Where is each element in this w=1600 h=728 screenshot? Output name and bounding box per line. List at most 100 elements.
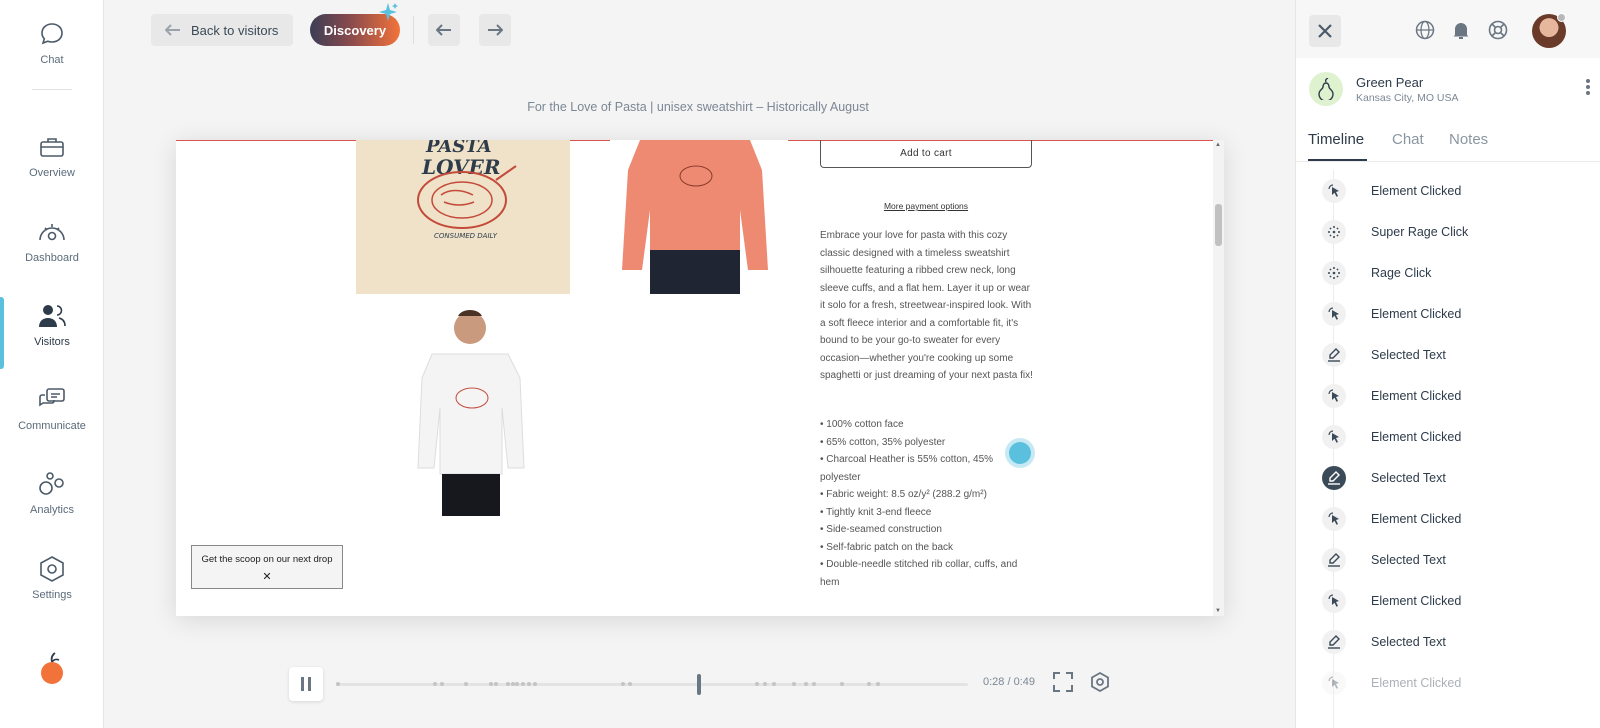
timeline-event[interactable]: Selected Text <box>1296 334 1600 376</box>
tab-notes[interactable]: Notes <box>1449 131 1488 148</box>
nav-label: Overview <box>29 167 75 179</box>
help-lifebuoy-icon[interactable] <box>1488 20 1508 40</box>
event-marker[interactable] <box>772 682 776 686</box>
nav-item-analytics[interactable]: Analytics <box>0 470 104 516</box>
timeline-event-label: Element Clicked <box>1371 389 1462 403</box>
event-marker[interactable] <box>464 682 468 686</box>
nav-label: Analytics <box>29 504 75 516</box>
event-marker[interactable] <box>876 682 880 686</box>
print-text-consumed: CONSUMED DAILY <box>434 232 498 240</box>
timeline-event[interactable]: Selected Text <box>1296 457 1600 499</box>
popup-text: Get the scoop on our next drop <box>201 554 333 565</box>
brand-logo <box>38 652 66 691</box>
timeline-event-label: Selected Text <box>1371 553 1446 567</box>
fullscreen-icon[interactable] <box>1053 672 1073 692</box>
event-marker[interactable] <box>506 682 510 686</box>
event-marker[interactable] <box>792 682 796 686</box>
event-marker[interactable] <box>336 682 340 686</box>
bell-icon[interactable] <box>1451 20 1471 40</box>
product-features-list: • 100% cotton face • 65% cotton, 35% pol… <box>820 416 1036 591</box>
cursor-click-icon <box>1322 179 1346 203</box>
active-tab-indicator <box>1308 159 1367 161</box>
event-marker[interactable] <box>840 682 844 686</box>
previous-button[interactable] <box>428 14 460 46</box>
event-marker[interactable] <box>494 682 498 686</box>
timeline-list: Element Clicked Super Rage Click Rage Clic… <box>1296 170 1600 728</box>
timeline-event[interactable]: Rage Click <box>1296 252 1600 294</box>
playback-scrubber[interactable] <box>697 674 701 695</box>
nav-item-communicate[interactable]: Communicate <box>0 386 104 432</box>
event-marker[interactable] <box>533 682 537 686</box>
timeline-event[interactable]: Element Clicked <box>1296 375 1600 417</box>
timeline-event[interactable]: Selected Text <box>1296 621 1600 663</box>
pause-button[interactable] <box>289 667 323 701</box>
globe-icon[interactable] <box>1415 20 1435 40</box>
timeline-event-label: Element Clicked <box>1371 594 1462 608</box>
nav-item-chat[interactable]: Chat <box>0 20 104 66</box>
event-marker[interactable] <box>804 682 808 686</box>
playback-timeline[interactable] <box>336 674 968 695</box>
cursor-click-icon <box>1322 384 1346 408</box>
add-to-cart-button[interactable]: Add to cart <box>820 140 1032 168</box>
sparkle-icon <box>379 3 398 21</box>
feature-item: • Side-seamed construction <box>820 524 942 535</box>
timeline-event[interactable]: Element Clicked <box>1296 293 1600 335</box>
popup-close-button[interactable]: ✕ <box>192 570 342 583</box>
event-marker[interactable] <box>527 682 531 686</box>
event-marker[interactable] <box>515 682 519 686</box>
nav-item-overview[interactable]: Overview <box>0 133 104 179</box>
newsletter-popup[interactable]: Get the scoop on our next drop ✕ <box>191 545 343 589</box>
event-marker[interactable] <box>511 682 515 686</box>
timeline-event[interactable]: Element Clicked <box>1296 170 1600 212</box>
timeline-event[interactable]: Element Clicked <box>1296 662 1600 704</box>
timeline-event[interactable]: Element Clicked <box>1296 416 1600 458</box>
tab-timeline[interactable]: Timeline <box>1308 131 1364 148</box>
more-payment-options-link[interactable]: More payment options <box>820 201 1032 211</box>
product-description: Embrace your love for pasta with this co… <box>820 230 1033 381</box>
event-marker[interactable] <box>628 682 632 686</box>
product-image-model-back[interactable] <box>610 140 788 294</box>
event-marker[interactable] <box>763 682 767 686</box>
nav-item-settings[interactable]: Settings <box>0 555 104 601</box>
timeline-event-label: Selected Text <box>1371 635 1446 649</box>
rage-burst-icon <box>1322 261 1346 285</box>
settings-hexagon-icon[interactable] <box>1090 672 1110 692</box>
close-panel-button[interactable] <box>1309 15 1341 47</box>
timeline-event[interactable]: Selected Text <box>1296 539 1600 581</box>
nav-item-dashboard[interactable]: Dashboard <box>0 218 104 264</box>
event-marker[interactable] <box>433 682 437 686</box>
nav-label: Chat <box>40 54 64 66</box>
scroll-down-arrow-icon[interactable]: ▼ <box>1215 608 1221 614</box>
timeline-event[interactable]: Element Clicked <box>1296 580 1600 622</box>
visitor-location: Kansas City, MO USA <box>1356 92 1459 104</box>
event-marker[interactable] <box>621 682 625 686</box>
replay-scrollbar[interactable]: ▲ ▼ <box>1213 140 1224 616</box>
left-nav: Chat Overview Dashboard Visitors Communi… <box>0 0 104 728</box>
back-to-visitors-button[interactable]: Back to visitors <box>151 14 293 46</box>
scroll-up-arrow-icon[interactable]: ▲ <box>1215 142 1221 148</box>
scroll-thumb[interactable] <box>1215 204 1222 246</box>
tab-chat[interactable]: Chat <box>1392 131 1424 148</box>
event-marker[interactable] <box>521 682 525 686</box>
arrow-left-icon <box>165 24 180 36</box>
highlighter-icon <box>1322 466 1346 490</box>
event-marker[interactable] <box>755 682 759 686</box>
pear-icon <box>1318 78 1334 100</box>
timeline-event[interactable]: Super Rage Click <box>1296 211 1600 253</box>
hexagon-gear-icon <box>40 556 64 582</box>
timeline-event[interactable]: Element Clicked <box>1296 498 1600 540</box>
rage-burst-icon <box>1322 220 1346 244</box>
event-marker[interactable] <box>812 682 816 686</box>
arrow-left-icon <box>436 24 451 36</box>
event-marker[interactable] <box>867 682 871 686</box>
event-marker[interactable] <box>440 682 444 686</box>
arrow-right-icon <box>488 24 503 36</box>
more-options-icon[interactable] <box>1585 78 1591 96</box>
event-marker[interactable] <box>489 682 493 686</box>
product-image-print[interactable]: PASTA LOVER CONSUMED DAILY <box>356 140 570 294</box>
timeline-event-label: Element Clicked <box>1371 512 1462 526</box>
next-button[interactable] <box>479 14 511 46</box>
nav-item-visitors[interactable]: Visitors <box>0 302 104 348</box>
highlighter-icon <box>1322 630 1346 654</box>
product-image-model-front[interactable] <box>402 306 532 516</box>
